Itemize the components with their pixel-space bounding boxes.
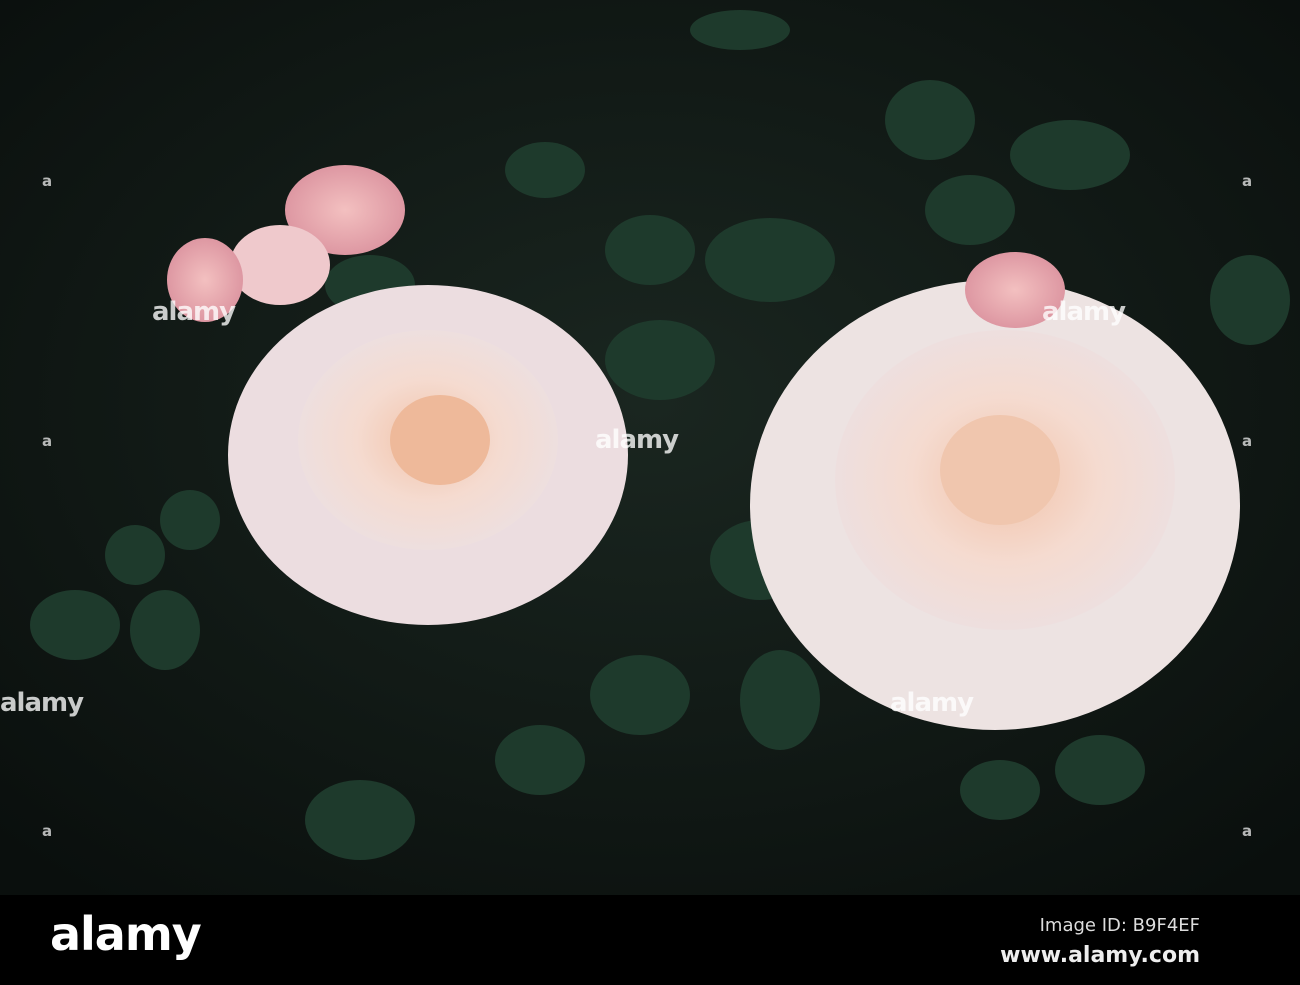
site-url: www.alamy.com	[1000, 943, 1200, 968]
footer-bar: alamy Image ID: B9F4EF www.alamy.com	[0, 895, 1300, 985]
watermark: alamy	[595, 425, 679, 455]
watermark-small: a	[42, 432, 53, 450]
alamy-logo: alamy	[50, 907, 202, 961]
rose-right	[750, 280, 1240, 730]
watermark: alamy	[152, 297, 236, 327]
watermark-small: a	[1242, 822, 1253, 840]
watermark-small: a	[1242, 172, 1253, 190]
rose-left	[228, 285, 628, 625]
watermark: alamy	[890, 688, 974, 718]
stock-photo: alamy alamy alamy alamy alamy a a a a a …	[0, 0, 1300, 985]
watermark: alamy	[0, 688, 84, 718]
watermark-small: a	[42, 822, 53, 840]
watermark: alamy	[1042, 297, 1126, 327]
watermark-small: a	[1242, 432, 1253, 450]
image-id: Image ID: B9F4EF	[1039, 915, 1200, 936]
watermark-small: a	[42, 172, 53, 190]
